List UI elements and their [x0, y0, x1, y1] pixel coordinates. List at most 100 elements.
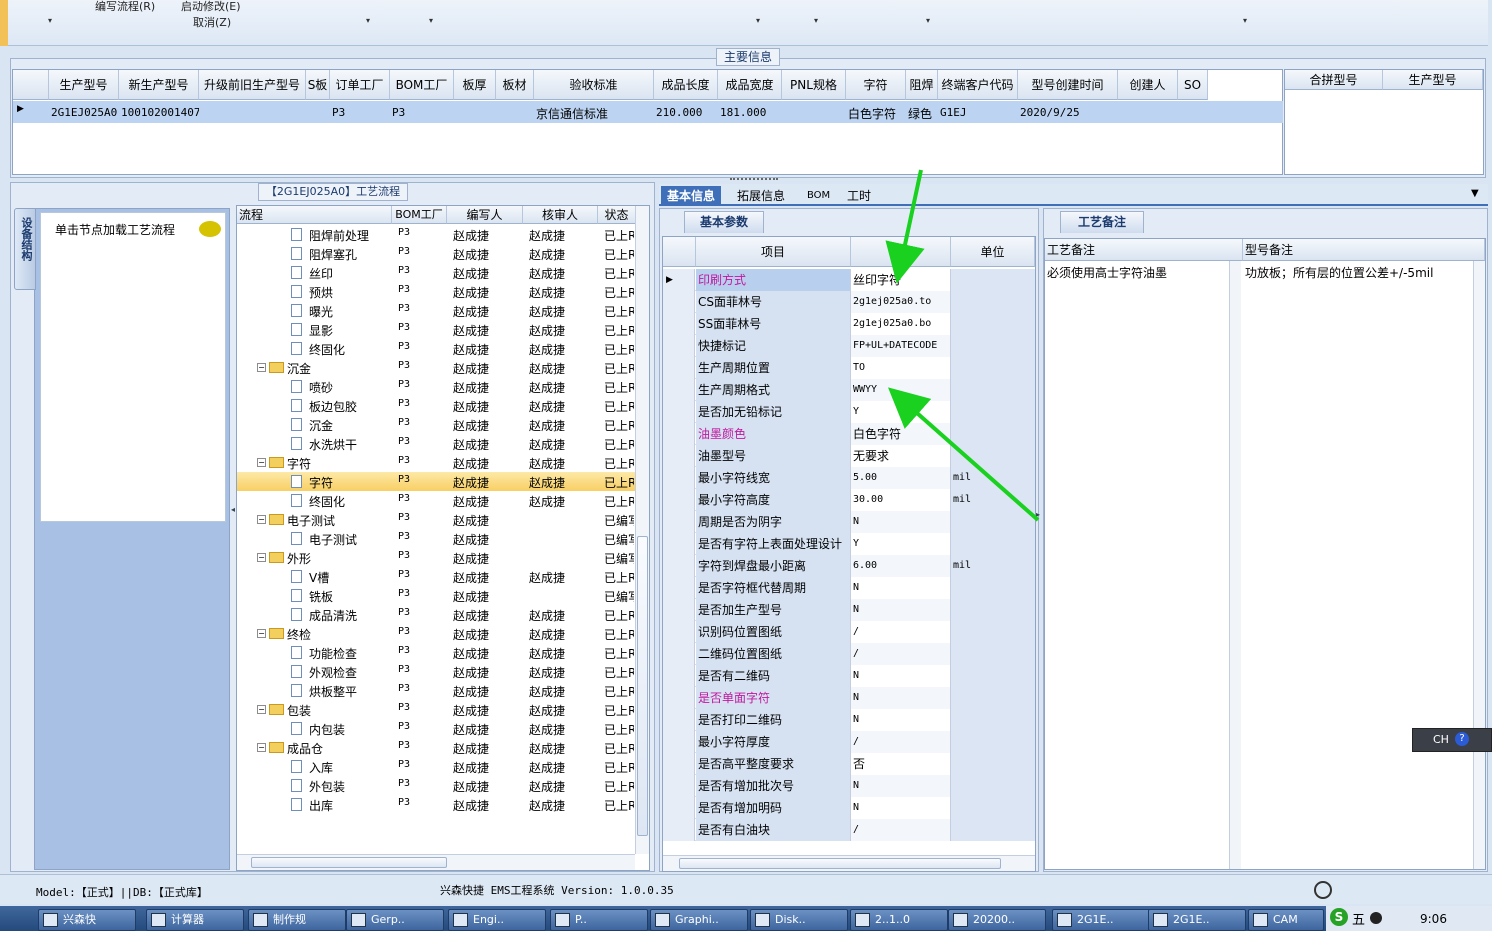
menu-write-process[interactable]: 编写流程(R): [95, 0, 155, 14]
grid-corner[interactable]: [13, 70, 49, 100]
tree-row[interactable]: − 终检 P3 赵成捷 赵成捷 已上R: [237, 624, 635, 643]
equipment-tree[interactable]: 单击节点加载工艺流程: [40, 212, 226, 522]
col-main-14[interactable]: 终端客户代码: [938, 70, 1018, 100]
taskbar-item[interactable]: 制作规: [248, 909, 346, 931]
col-process-note[interactable]: 工艺备注: [1045, 239, 1243, 261]
tree-row[interactable]: V槽 P3 赵成捷 赵成捷 已上R: [237, 567, 635, 586]
tab-extended-info[interactable]: 拓展信息: [731, 186, 791, 206]
param-value[interactable]: 丝印字符: [851, 269, 951, 291]
param-row[interactable]: 是否有白油块 /: [663, 819, 1035, 841]
taskbar-item[interactable]: Gerp..: [346, 909, 444, 931]
taskbar-item[interactable]: 兴森快: [38, 909, 136, 931]
col-main-5[interactable]: BOM工厂: [390, 70, 454, 100]
tree-row[interactable]: 电子测试 P3 赵成捷 已编写: [237, 529, 635, 548]
param-row[interactable]: 周期是否为阴字 N: [663, 511, 1035, 533]
taskbar-item[interactable]: Engi..: [448, 909, 546, 931]
tree-row[interactable]: 喷砂 P3 赵成捷 赵成捷 已上R: [237, 377, 635, 396]
tab-basic-params[interactable]: 基本参数: [684, 211, 764, 233]
tab-equipment-structure[interactable]: 设备结构: [14, 208, 36, 290]
tree-row[interactable]: 烘板整平 P3 赵成捷 赵成捷 已上R: [237, 681, 635, 700]
param-value[interactable]: N: [851, 797, 951, 819]
tree-row[interactable]: 阻焊前处理 P3 赵成捷 赵成捷 已上R: [237, 225, 635, 244]
menu-cancel[interactable]: 取消(Z): [193, 14, 231, 30]
param-row[interactable]: 油墨型号 无要求: [663, 445, 1035, 467]
tree-row[interactable]: 终固化 P3 赵成捷 赵成捷 已上R: [237, 339, 635, 358]
main-cell-8[interactable]: 京信通信标准: [536, 105, 654, 122]
scroll-thumb[interactable]: [679, 858, 1001, 869]
model-note-text[interactable]: 功放板；所有层的位置公差+/-5mil: [1245, 264, 1433, 281]
col-bom-factory[interactable]: BOM工厂: [392, 206, 447, 224]
param-row[interactable]: 是否打印二维码 N: [663, 709, 1035, 731]
param-value[interactable]: N: [851, 775, 951, 797]
help-icon[interactable]: ?: [1455, 732, 1469, 746]
collapse-icon[interactable]: −: [257, 458, 266, 467]
param-row[interactable]: 是否有增加批次号 N: [663, 775, 1035, 797]
col-main-11[interactable]: PNL规格: [782, 70, 846, 100]
tree-row[interactable]: 内包装 P3 赵成捷 赵成捷 已上R: [237, 719, 635, 738]
collapse-icon[interactable]: −: [257, 553, 266, 562]
main-cell-13[interactable]: 绿色: [908, 105, 938, 122]
note-vscroll[interactable]: [1229, 261, 1241, 869]
col-main-1[interactable]: 新生产型号: [119, 70, 199, 100]
tree-vscroll[interactable]: [635, 206, 649, 854]
tree-row[interactable]: 显影 P3 赵成捷 赵成捷 已上R: [237, 320, 635, 339]
taskbar-item[interactable]: 2..1..0: [850, 909, 948, 931]
collapse-icon[interactable]: −: [257, 629, 266, 638]
param-row[interactable]: ▶ 印刷方式 丝印字符: [663, 269, 1035, 291]
main-cell-15[interactable]: 2020/9/25: [1020, 106, 1118, 119]
tree-row[interactable]: 水洗烘干 P3 赵成捷 赵成捷 已上R: [237, 434, 635, 453]
tree-row[interactable]: − 包装 P3 赵成捷 赵成捷 已上R: [237, 700, 635, 719]
tree-hscroll[interactable]: [237, 854, 635, 870]
param-row[interactable]: 字符到焊盘最小距离 6.00 mil: [663, 555, 1035, 577]
param-value[interactable]: /: [851, 621, 951, 643]
taskbar-item[interactable]: 2G1E..: [1148, 909, 1246, 931]
tree-row[interactable]: 成品清洗 P3 赵成捷 赵成捷 已上R: [237, 605, 635, 624]
param-row[interactable]: CS面菲林号 2g1ej025a0.to: [663, 291, 1035, 313]
taskbar-item[interactable]: 2G1E..: [1052, 909, 1150, 931]
tree-row[interactable]: 入库 P3 赵成捷 赵成捷 已上R: [237, 757, 635, 776]
main-cell-5[interactable]: P3: [392, 106, 454, 119]
col-main-16[interactable]: 创建人: [1118, 70, 1178, 100]
col-main-17[interactable]: SO: [1178, 70, 1208, 100]
tree-row[interactable]: − 电子测试 P3 赵成捷 已编写: [237, 510, 635, 529]
param-value[interactable]: 30.00: [851, 489, 951, 511]
ime-mode[interactable]: 五: [1352, 909, 1365, 928]
process-note-text[interactable]: 必须使用高士字符油墨: [1047, 264, 1167, 281]
param-value[interactable]: Y: [851, 533, 951, 555]
tree-row[interactable]: 终固化 P3 赵成捷 赵成捷 已上R: [237, 491, 635, 510]
taskbar-item[interactable]: Disk..: [750, 909, 848, 931]
col-merge-model[interactable]: 合拼型号: [1285, 70, 1383, 90]
param-row[interactable]: 最小字符高度 30.00 mil: [663, 489, 1035, 511]
tree-row[interactable]: 字符 P3 赵成捷 赵成捷 已上R: [237, 472, 635, 491]
sogou-ime-icon[interactable]: S: [1330, 908, 1348, 926]
param-value[interactable]: FP+UL+DATECODE: [851, 335, 951, 357]
chevron-down-icon[interactable]: ▾: [429, 16, 433, 25]
param-value[interactable]: N: [851, 665, 951, 687]
main-cell-0[interactable]: 2G1EJ025A0: [51, 106, 119, 119]
tree-row[interactable]: 外观检查 P3 赵成捷 赵成捷 已上R: [237, 662, 635, 681]
col-param[interactable]: 参数: [851, 237, 951, 267]
tab-bom[interactable]: BOM: [801, 186, 836, 206]
tab-labor-hours[interactable]: 工时: [841, 186, 877, 206]
chevron-down-icon[interactable]: ▼: [1471, 188, 1479, 199]
main-cell-4[interactable]: P3: [332, 106, 390, 119]
param-row[interactable]: 是否高平整度要求否: [663, 753, 1035, 775]
col-main-8[interactable]: 验收标准: [534, 70, 654, 100]
param-value[interactable]: 2g1ej025a0.to: [851, 291, 951, 313]
param-value[interactable]: Y: [851, 401, 951, 423]
taskbar-item[interactable]: 计算器: [146, 909, 244, 931]
menu-start-edit[interactable]: 启动修改(E): [181, 0, 241, 14]
splitter-arrow-icon[interactable]: ▸: [1036, 510, 1040, 519]
taskbar-item[interactable]: P..: [550, 909, 648, 931]
param-hscroll[interactable]: [663, 855, 1035, 871]
ime-dot-icon[interactable]: [1370, 912, 1382, 924]
param-value[interactable]: N: [851, 577, 951, 599]
col-main-10[interactable]: 成品宽度: [718, 70, 782, 100]
param-value[interactable]: 5.00: [851, 467, 951, 489]
chevron-down-icon[interactable]: ▾: [366, 16, 370, 25]
col-main-0[interactable]: 生产型号: [49, 70, 119, 100]
scroll-thumb[interactable]: [637, 536, 648, 836]
param-row[interactable]: 是否单面字符 N: [663, 687, 1035, 709]
param-value[interactable]: 白色字符: [851, 423, 951, 445]
main-cell-10[interactable]: 181.000: [720, 106, 782, 119]
